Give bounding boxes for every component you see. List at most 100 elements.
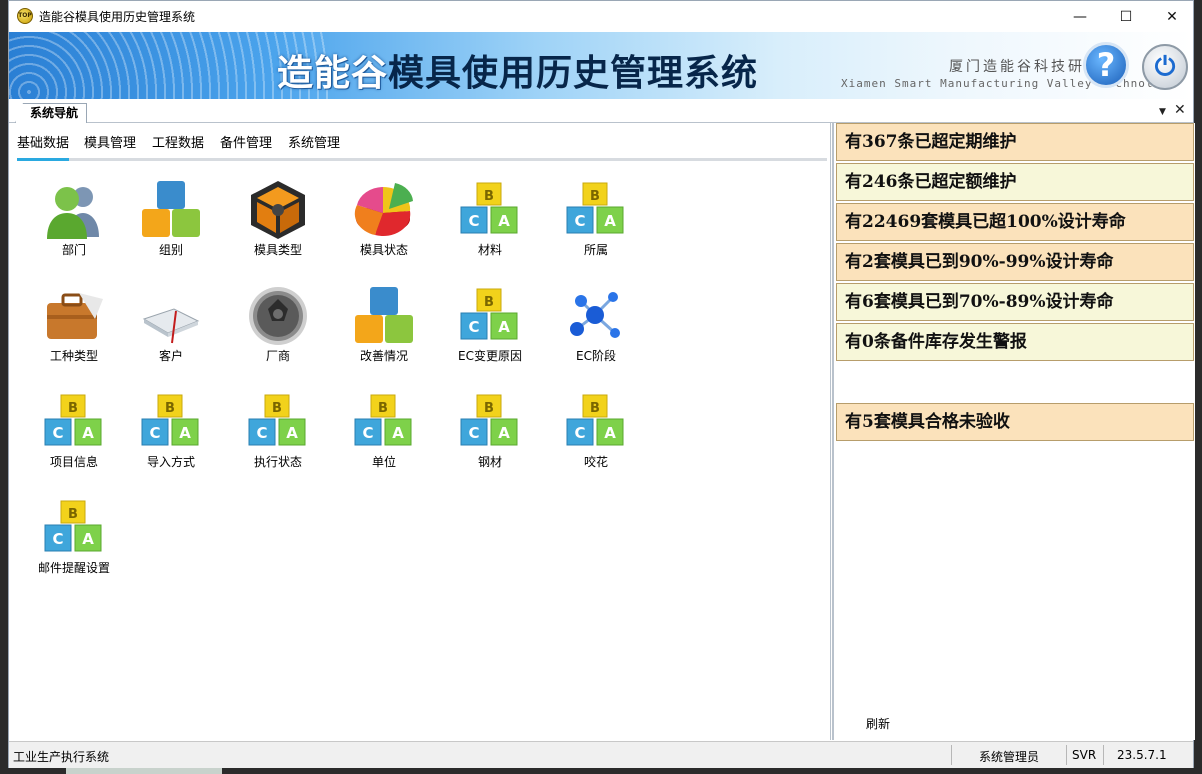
abc-blocks-icon: BC A	[43, 391, 105, 453]
background-window-edge	[66, 768, 222, 774]
svg-text:C: C	[574, 424, 585, 442]
window-title: 造能谷模具使用历史管理系统	[39, 10, 196, 24]
app-window: TOP 造能谷模具使用历史管理系统 — ☐ ✕ 造能谷模具使用历史管理系统 厦门…	[8, 0, 1195, 768]
nav-tile[interactable]: 工种类型	[13, 279, 105, 379]
svg-text:B: B	[272, 401, 282, 416]
nav-tile-label: 执行状态	[253, 455, 302, 469]
tab-mold-management[interactable]: 模具管理	[84, 135, 136, 161]
tab-spare-parts[interactable]: 备件管理	[220, 135, 272, 161]
nav-tile[interactable]: 模具状态	[323, 173, 415, 273]
nav-tile[interactable]: EC阶段	[535, 279, 627, 379]
nav-tile[interactable]: 模具类型	[217, 173, 309, 273]
abc-blocks-icon: BC A	[565, 391, 627, 453]
nav-tile-label: 组别	[158, 243, 183, 257]
tab-system-nav[interactable]: 系统导航	[15, 103, 88, 123]
status-bar: 工业生产执行系统 系统管理员 SVR 23.5.7.1	[9, 741, 1193, 768]
svg-text:C: C	[52, 424, 63, 442]
nav-tile-label: EC变更原因	[458, 349, 522, 363]
svg-text:B: B	[590, 401, 600, 416]
maximize-button[interactable]: ☐	[1103, 1, 1149, 32]
status-divider	[1066, 745, 1067, 765]
navigation-pane: 基础数据 模具管理 工程数据 备件管理 系统管理 部门 组别 模具类型 模具状态 B C A…	[9, 123, 831, 740]
close-button[interactable]: ✕	[1149, 1, 1195, 32]
alert-item[interactable]: 有246条已超定额维护	[836, 163, 1194, 201]
svg-text:A: A	[179, 424, 191, 442]
minimize-button[interactable]: —	[1057, 1, 1103, 32]
banner-title: 造能谷模具使用历史管理系统	[277, 44, 758, 96]
alert-item[interactable]: 有5套模具合格未验收	[836, 403, 1194, 441]
abc-blocks-icon: BC A	[459, 285, 521, 347]
svg-text:A: A	[604, 424, 616, 442]
app-logo-icon: TOP	[17, 8, 33, 24]
alerts-pane: 刷新 有367条已超定期维护 有246条已超定额维护 有22469套模具已超100%…	[832, 123, 1195, 740]
nav-tile[interactable]: 客户	[110, 279, 202, 379]
nav-tile[interactable]: B C A 所属	[535, 173, 627, 273]
tab-dropdown-icon[interactable]: ▼	[1159, 107, 1166, 117]
svg-text:C: C	[468, 212, 479, 230]
svg-text:B: B	[165, 401, 175, 416]
tab-system-management[interactable]: 系统管理	[288, 135, 340, 161]
alert-item[interactable]: 有2套模具已到90%-99%设计寿命	[836, 243, 1194, 281]
nav-tile-label: EC阶段	[576, 349, 616, 363]
nav-tile[interactable]: B C A 执行状态	[217, 385, 309, 485]
nav-tile-label: 钢材	[477, 455, 502, 469]
status-server: SVR	[1072, 748, 1097, 762]
nav-tile[interactable]: 厂商	[217, 279, 309, 379]
abc-blocks-icon: BC A	[43, 497, 105, 559]
svg-text:A: A	[82, 424, 94, 442]
people-icon	[43, 179, 105, 241]
aperture-icon	[247, 285, 309, 347]
header-banner: 造能谷模具使用历史管理系统 厦门造能谷科技研 Xiamen Smart Manu…	[9, 32, 1193, 99]
nav-tile-label: 咬花	[583, 455, 608, 469]
title-bar: TOP 造能谷模具使用历史管理系统 — ☐ ✕	[9, 1, 1193, 32]
tab-close-icon[interactable]: ✕	[1174, 102, 1186, 118]
nav-tile[interactable]: 组别	[110, 173, 202, 273]
alert-item[interactable]: 有367条已超定期维护	[836, 123, 1194, 161]
molecule-icon	[565, 285, 627, 347]
nav-tile[interactable]: B C A 咬花	[535, 385, 627, 485]
abc-blocks-icon: BC A	[353, 391, 415, 453]
alert-item[interactable]: 有6套模具已到70%-89%设计寿命	[836, 283, 1194, 321]
nav-tile-label: 邮件提醒设置	[37, 561, 110, 575]
nav-tile[interactable]: B C A 钢材	[429, 385, 521, 485]
banner-title-rest: 模具使用历史管理系统	[388, 53, 759, 94]
nav-tile[interactable]: B C A 导入方式	[110, 385, 202, 485]
nav-tile[interactable]: B C A 项目信息	[13, 385, 105, 485]
company-name-cn: 厦门造能谷科技研	[949, 59, 1085, 75]
blocks-icon	[353, 285, 415, 347]
nav-tile-label: 模具状态	[359, 243, 408, 257]
refresh-link[interactable]: 刷新	[866, 715, 890, 732]
nav-tile-label: 厂商	[265, 349, 290, 363]
nav-tile[interactable]: 改善情况	[323, 279, 415, 379]
status-divider	[1103, 745, 1104, 765]
banner-brand: 造能谷	[277, 53, 389, 94]
nav-tile[interactable]: B C A 材料	[429, 173, 521, 273]
svg-text:A: A	[604, 212, 616, 230]
svg-text:B: B	[590, 189, 600, 204]
pie-icon	[353, 179, 415, 241]
svg-text:C: C	[362, 424, 373, 442]
status-version: 23.5.7.1	[1117, 748, 1167, 762]
svg-text:A: A	[498, 318, 510, 336]
svg-text:C: C	[52, 530, 63, 548]
tab-engineering-data[interactable]: 工程数据	[152, 135, 204, 161]
alert-item[interactable]: 有0条备件库存发生警报	[836, 323, 1194, 361]
help-icon[interactable]: ?	[1083, 42, 1129, 88]
briefcase-icon	[43, 285, 105, 347]
nav-tile-label: 所属	[583, 243, 608, 257]
power-icon[interactable]: ⏻	[1142, 44, 1188, 90]
abc-blocks-icon: BC A	[565, 179, 627, 241]
svg-text:C: C	[468, 318, 479, 336]
alert-item[interactable]: 有22469套模具已超100%设计寿命	[836, 203, 1194, 241]
svg-text:C: C	[256, 424, 267, 442]
nav-tile[interactable]: B C A EC变更原因	[429, 279, 522, 379]
tab-basic-data[interactable]: 基础数据	[17, 135, 70, 161]
nav-tile[interactable]: 部门	[13, 173, 105, 273]
status-divider	[951, 745, 952, 765]
nav-tile[interactable]: B C A 邮件提醒设置	[13, 491, 110, 591]
svg-text:A: A	[498, 212, 510, 230]
status-user: 系统管理员	[979, 750, 1040, 764]
nav-tile[interactable]: B C A 单位	[323, 385, 415, 485]
svg-text:C: C	[468, 424, 479, 442]
svg-text:B: B	[484, 189, 494, 204]
